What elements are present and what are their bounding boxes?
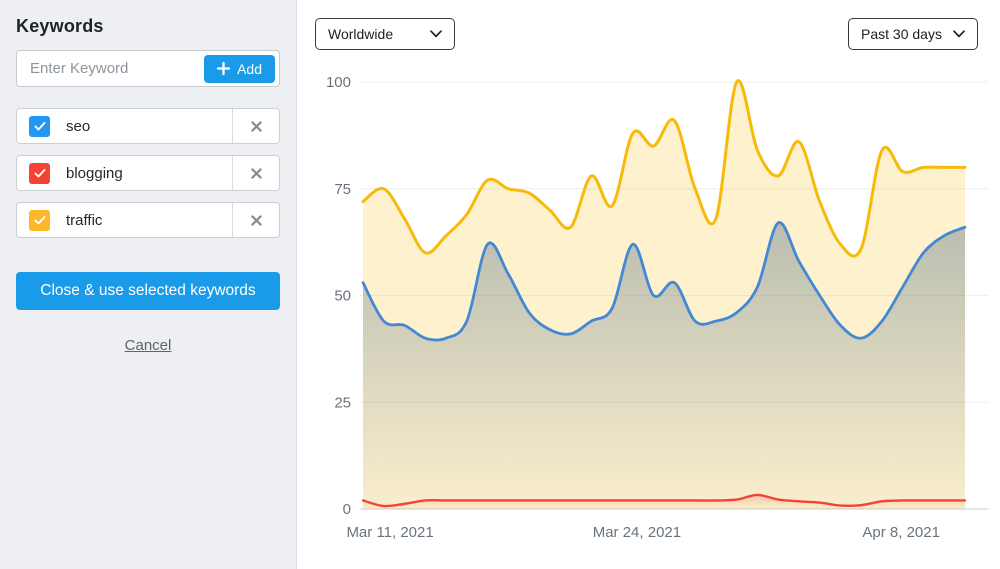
region-select-label: Worldwide (328, 26, 393, 42)
x-tick-label: Apr 8, 2021 (862, 524, 940, 541)
x-tick-label: Mar 24, 2021 (593, 524, 681, 541)
chevron-down-icon (953, 30, 965, 38)
time-range-select-label: Past 30 days (861, 26, 942, 42)
sidebar-title: Keywords (16, 16, 280, 37)
checkmark-icon (33, 213, 47, 227)
y-tick-label: 75 (334, 181, 351, 198)
region-select[interactable]: Worldwide (315, 18, 455, 50)
add-button-label: Add (237, 61, 262, 77)
x-tick-label: Mar 11, 2021 (346, 524, 433, 541)
remove-keyword-button[interactable] (232, 203, 279, 237)
chevron-down-icon (430, 30, 442, 38)
y-tick-label: 0 (343, 501, 351, 518)
keyword-label: seo (66, 118, 90, 135)
trend-chart: 0 25 50 75 100 Mar 11, 2021 Mar 24, 2021 Apr 8,… (298, 0, 1000, 569)
y-tick-label: 100 (326, 74, 351, 91)
sidebar: Keywords Add seo (0, 0, 297, 569)
remove-keyword-button[interactable] (232, 156, 279, 190)
main-panel: 0 25 50 75 100 Mar 11, 2021 Mar 24, 2021 Apr 8,… (298, 0, 1000, 569)
keyword-checkbox[interactable] (29, 210, 50, 231)
x-icon (250, 120, 263, 133)
plus-icon (217, 62, 230, 75)
keyword-label: blogging (66, 165, 123, 182)
keyword-label: traffic (66, 212, 102, 229)
cancel-link[interactable]: Cancel (16, 337, 280, 354)
y-tick-label: 50 (334, 288, 351, 305)
close-use-keywords-button[interactable]: Close & use selected keywords (16, 272, 280, 310)
keyword-item: traffic (16, 202, 280, 238)
keyword-checkbox[interactable] (29, 116, 50, 137)
keyword-item: blogging (16, 155, 280, 191)
keyword-input-row: Add (16, 50, 280, 87)
y-tick-label: 25 (334, 394, 351, 411)
checkmark-icon (33, 166, 47, 180)
keyword-checkbox[interactable] (29, 163, 50, 184)
time-range-select[interactable]: Past 30 days (848, 18, 978, 50)
x-icon (250, 214, 263, 227)
checkmark-icon (33, 119, 47, 133)
x-icon (250, 167, 263, 180)
remove-keyword-button[interactable] (232, 109, 279, 143)
keyword-item: seo (16, 108, 280, 144)
keyword-trends-app: Keywords Add seo (0, 0, 1000, 569)
add-keyword-button[interactable]: Add (204, 55, 275, 83)
keyword-list: seo blogging traffic (16, 108, 280, 238)
